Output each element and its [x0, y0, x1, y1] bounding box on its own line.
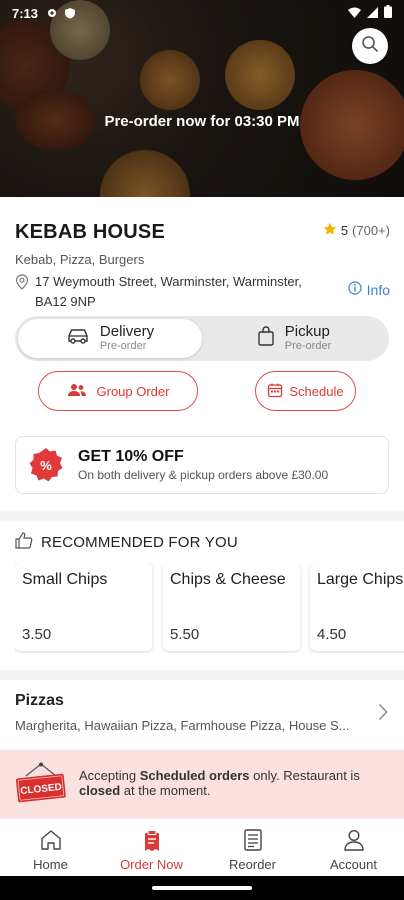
- hero-banner: [0, 0, 404, 197]
- gear-icon: [46, 7, 58, 19]
- home-gesture-bar[interactable]: [152, 886, 252, 890]
- info-link[interactable]: Info: [348, 281, 390, 298]
- nav-reorder[interactable]: Reorder: [202, 819, 303, 876]
- thumbs-up-icon: [15, 532, 33, 553]
- category-items: Margherita, Hawaiian Pizza, Farmhouse Pi…: [15, 718, 350, 733]
- closed-text-strong: Scheduled orders: [139, 768, 250, 783]
- category-title: Pizzas: [15, 692, 64, 709]
- group-order-button[interactable]: Group Order: [38, 371, 198, 411]
- offer-card[interactable]: % GET 10% OFF On both delivery & pickup …: [15, 436, 389, 494]
- recommended-title: RECOMMENDED FOR YOU: [41, 534, 238, 551]
- nav-label: Order Now: [120, 857, 183, 872]
- wifi-icon: [348, 6, 361, 21]
- section-divider: [0, 511, 404, 521]
- cuisines: Kebab, Pizza, Burgers: [15, 252, 145, 267]
- recommended-item[interactable]: Chips & Cheese 5.50: [163, 563, 300, 651]
- delivery-label: Delivery: [99, 322, 155, 340]
- receipt-icon: [243, 829, 263, 853]
- car-icon: [66, 327, 90, 350]
- nav-label: Account: [330, 857, 377, 872]
- pickup-option[interactable]: Pickup Pre-order: [202, 319, 386, 358]
- bottom-nav: Home Order Now Reorder Account: [0, 818, 404, 876]
- item-price: 5.50: [170, 626, 200, 643]
- status-time: 7:13: [12, 5, 39, 21]
- battery-icon: [384, 5, 392, 21]
- closed-text-strong: closed: [79, 783, 121, 798]
- closed-text-part: at the moment.: [120, 783, 211, 798]
- recommended-header: RECOMMENDED FOR YOU: [15, 532, 238, 553]
- pickup-label: Pickup: [284, 322, 330, 340]
- group-order-label: Group Order: [96, 383, 170, 399]
- delivery-option[interactable]: Delivery Pre-order: [18, 319, 202, 358]
- recommended-item[interactable]: Small Chips 3.50: [15, 563, 152, 651]
- chevron-right-icon[interactable]: [378, 703, 388, 726]
- item-name: Small Chips: [22, 571, 108, 588]
- recommended-item[interactable]: Large Chips 4.50: [310, 563, 404, 651]
- signal-icon: [367, 6, 378, 21]
- nav-home[interactable]: Home: [0, 819, 101, 876]
- home-icon: [40, 829, 62, 853]
- item-price: 4.50: [317, 626, 347, 643]
- item-name: Large Chips: [317, 571, 404, 588]
- system-nav-bar: [0, 876, 404, 900]
- preorder-banner: Pre-order now for 03:30 PM: [104, 113, 300, 130]
- info-icon: [348, 281, 362, 298]
- closed-message: Accepting Scheduled orders only. Restaur…: [79, 768, 389, 798]
- address-text: 17 Weymouth Street, Warminster, Warminst…: [35, 274, 302, 309]
- schedule-label: Schedule: [289, 383, 344, 399]
- calendar-icon: [267, 382, 283, 401]
- svg-text:%: %: [40, 458, 52, 473]
- section-divider: [0, 670, 404, 680]
- search-icon: [361, 35, 379, 58]
- search-button[interactable]: [352, 28, 388, 64]
- rating: 5 (700+): [323, 222, 390, 239]
- order-mode-toggle: Delivery Pre-order Pickup Pre-order: [15, 316, 389, 361]
- restaurant-name: KEBAB HOUSE: [15, 221, 165, 243]
- discount-badge-icon: %: [28, 447, 64, 483]
- order-icon: [142, 829, 162, 853]
- location-pin-icon: [15, 274, 31, 312]
- closed-sign-icon: CLOSED: [14, 762, 68, 804]
- pickup-sub: Pre-order: [284, 339, 332, 352]
- address: 17 Weymouth Street, Warminster, Warminst…: [15, 272, 335, 312]
- offer-title: GET 10% OFF: [78, 448, 184, 465]
- category-pizzas[interactable]: Pizzas Margherita, Hawaiian Pizza, Farmh…: [15, 692, 355, 733]
- nav-order-now[interactable]: Order Now: [101, 819, 202, 876]
- bag-icon: [257, 326, 275, 351]
- schedule-button[interactable]: Schedule: [255, 371, 356, 411]
- status-bar: 7:13: [0, 0, 404, 26]
- item-name: Chips & Cheese: [170, 571, 286, 588]
- nav-account[interactable]: Account: [303, 819, 404, 876]
- delivery-sub: Pre-order: [99, 339, 147, 352]
- recommended-list: Small Chips 3.50 Chips & Cheese 5.50 Lar…: [15, 563, 404, 653]
- nav-label: Reorder: [229, 857, 276, 872]
- closed-text-part: only. Restaurant is: [249, 768, 360, 783]
- closed-text-part: Accepting: [79, 768, 140, 783]
- star-icon: [323, 222, 337, 239]
- rating-value: 5: [340, 223, 349, 238]
- info-label: Info: [366, 281, 390, 298]
- item-price: 3.50: [22, 626, 52, 643]
- group-icon: [67, 383, 87, 400]
- user-icon: [343, 829, 365, 853]
- offer-desc: On both delivery & pickup orders above £…: [78, 468, 329, 482]
- shield-icon: [64, 7, 76, 19]
- rating-count: (700+): [352, 223, 390, 238]
- nav-label: Home: [33, 857, 68, 872]
